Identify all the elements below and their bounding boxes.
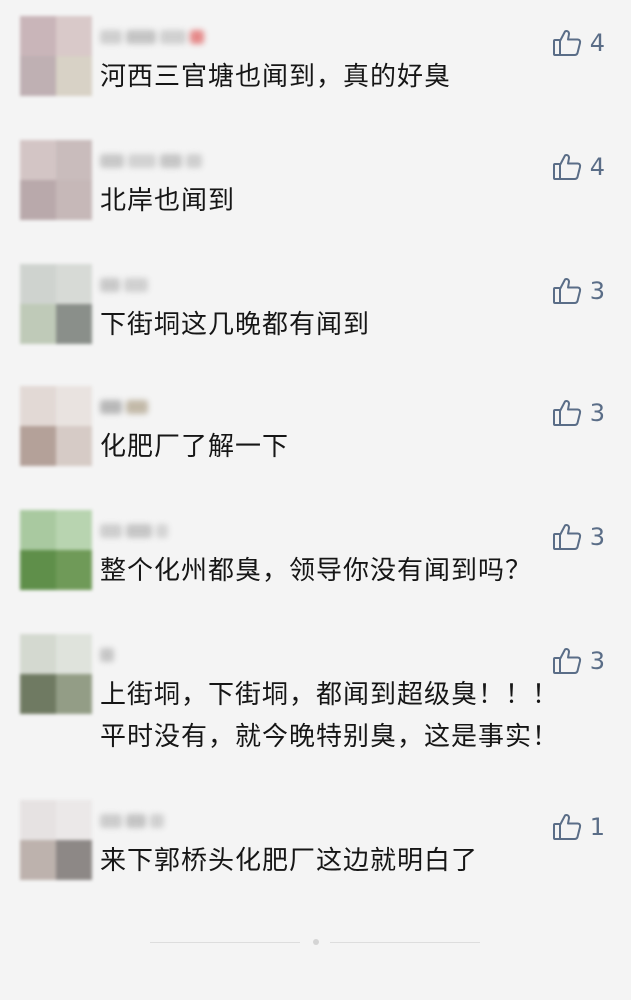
like-button[interactable]: 3 bbox=[552, 522, 605, 552]
avatar[interactable] bbox=[20, 510, 92, 590]
nickname-blurred bbox=[100, 148, 202, 174]
avatar[interactable] bbox=[20, 264, 92, 344]
end-divider-right bbox=[330, 942, 480, 943]
end-divider-dot bbox=[313, 939, 319, 945]
nickname-blurred bbox=[100, 642, 114, 668]
comment-text: 下街垌这几晚都有闻到 bbox=[100, 304, 600, 346]
thumbs-up-icon bbox=[552, 400, 581, 426]
comment-line: 化肥厂了解一下 bbox=[100, 432, 290, 462]
thumbs-up-icon bbox=[552, 30, 581, 56]
avatar[interactable] bbox=[20, 800, 92, 880]
thumbs-up-icon bbox=[552, 154, 581, 180]
thumbs-up-icon bbox=[552, 814, 581, 840]
like-button[interactable]: 3 bbox=[552, 276, 605, 306]
avatar[interactable] bbox=[20, 16, 92, 96]
nickname-blurred bbox=[100, 808, 164, 834]
comment-text: 上街垌，下街垌，都闻到超级臭！！！ 平时没有，就今晚特别臭，这是事实！ bbox=[100, 674, 600, 758]
like-count: 1 bbox=[589, 813, 605, 841]
avatar[interactable] bbox=[20, 140, 92, 220]
comment-line: 平时没有，就今晚特别臭，这是事实！ bbox=[100, 722, 560, 752]
comment-text: 北岸也闻到 bbox=[100, 180, 600, 222]
avatar[interactable] bbox=[20, 386, 92, 466]
like-button[interactable]: 4 bbox=[552, 152, 605, 182]
like-count: 4 bbox=[589, 29, 605, 57]
comment-line: 来下郭桥头化肥厂这边就明白了 bbox=[100, 846, 479, 876]
thumbs-up-icon bbox=[552, 524, 581, 550]
comment-text: 整个化州都臭，领导你没有闻到吗？ bbox=[100, 550, 600, 592]
like-count: 3 bbox=[589, 399, 605, 427]
like-button[interactable]: 3 bbox=[552, 646, 605, 676]
nickname-blurred bbox=[100, 394, 148, 420]
like-count: 3 bbox=[589, 647, 605, 675]
comment-line: 河西三官塘也闻到，真的好臭 bbox=[100, 62, 452, 92]
thumbs-up-icon bbox=[552, 278, 581, 304]
comment-line: 下街垌这几晚都有闻到 bbox=[100, 310, 371, 340]
end-divider-left bbox=[150, 942, 300, 943]
comment-text: 化肥厂了解一下 bbox=[100, 426, 600, 468]
thumbs-up-icon bbox=[552, 648, 581, 674]
like-button[interactable]: 1 bbox=[552, 812, 605, 842]
comment-line: 上街垌，下街垌，都闻到超级臭！！！ bbox=[100, 680, 560, 710]
like-button[interactable]: 4 bbox=[552, 28, 605, 58]
comment-line: 北岸也闻到 bbox=[100, 186, 236, 216]
like-count: 3 bbox=[589, 277, 605, 305]
comment-line: 整个化州都臭，领导你没有闻到吗？ bbox=[100, 556, 533, 586]
like-count: 3 bbox=[589, 523, 605, 551]
like-count: 4 bbox=[589, 153, 605, 181]
like-button[interactable]: 3 bbox=[552, 398, 605, 428]
nickname-blurred bbox=[100, 24, 204, 50]
comment-text: 来下郭桥头化肥厂这边就明白了 bbox=[100, 840, 600, 882]
nickname-blurred bbox=[100, 518, 168, 544]
nickname-blurred bbox=[100, 272, 148, 298]
comment-text: 河西三官塘也闻到，真的好臭 bbox=[100, 56, 600, 98]
avatar[interactable] bbox=[20, 634, 92, 714]
